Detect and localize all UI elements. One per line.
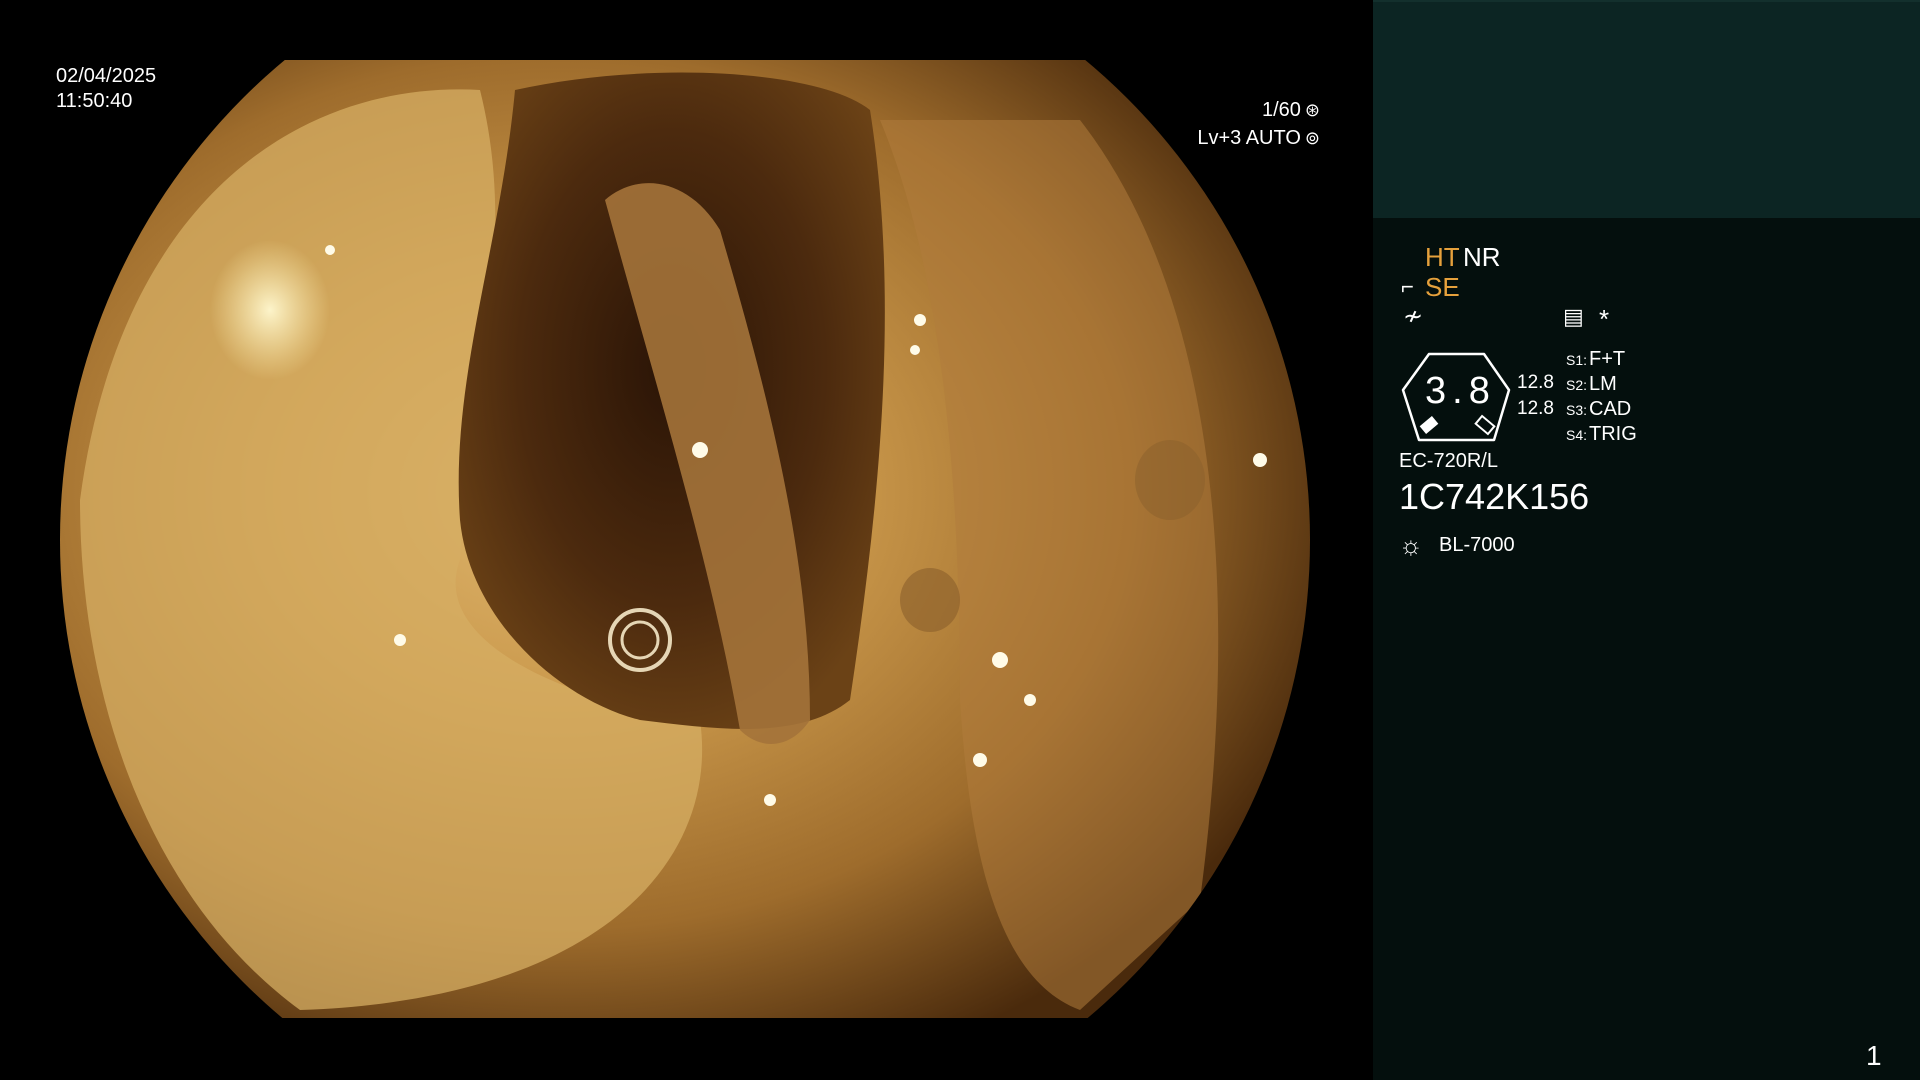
time-text: 11:50:40 [56,90,133,112]
switch-s3: S3: CAD [1566,398,1632,420]
scope-model: EC-720R/L [1399,450,1498,472]
date-text: 02/04/2025 [56,65,157,87]
serial-number: 1C742K156 [1399,476,1590,517]
structure-enhance-icon: ⌐ [1401,274,1414,299]
gauge-value: 3.8 [1425,370,1496,412]
date-time-overlay: 02/04/2025 11:50:40 [56,64,156,114]
light-source-icon: ☼ [1399,530,1423,560]
info-side-panel: HT NR ⌐ SE ≁ ▤ * 3.8 12.8 12.8 S1: F+T S2… [1373,0,1920,1080]
light-source: BL-7000 [1439,534,1515,556]
level-text: Lv+3 AUTO [1197,127,1301,149]
endoscope-image [0,0,1373,1080]
iris-icon: ⊚ [1304,128,1320,148]
mode-ht: HT [1425,242,1460,272]
mode-se: SE [1425,272,1460,302]
switch-s1: S1: F+T [1566,348,1626,370]
freeze-off-icon: ≁ [1403,303,1424,330]
level-overlay: Lv+3 AUTO ⊚ [1140,126,1320,151]
document-icon: ▤ [1563,304,1584,329]
side-panel-header-area [1373,0,1920,218]
aperture-icon: ⊛ [1304,100,1320,120]
switch-s4: S4: TRIG [1566,423,1637,445]
shutter-overlay: 1/60 ⊛ [1180,98,1320,123]
asterisk-icon: * [1599,304,1610,334]
switch-s2: S2: LM [1566,373,1617,395]
shutter-text: 1/60 [1261,99,1301,121]
page-number: 1 [1866,1040,1882,1071]
mode-nr: NR [1463,242,1501,272]
value-2: 12.8 [1517,398,1554,419]
value-1: 12.8 [1517,372,1554,393]
endoscope-image-area: 02/04/2025 11:50:40 1/60 ⊛ Lv+3 AUTO ⊚ [0,0,1373,1080]
